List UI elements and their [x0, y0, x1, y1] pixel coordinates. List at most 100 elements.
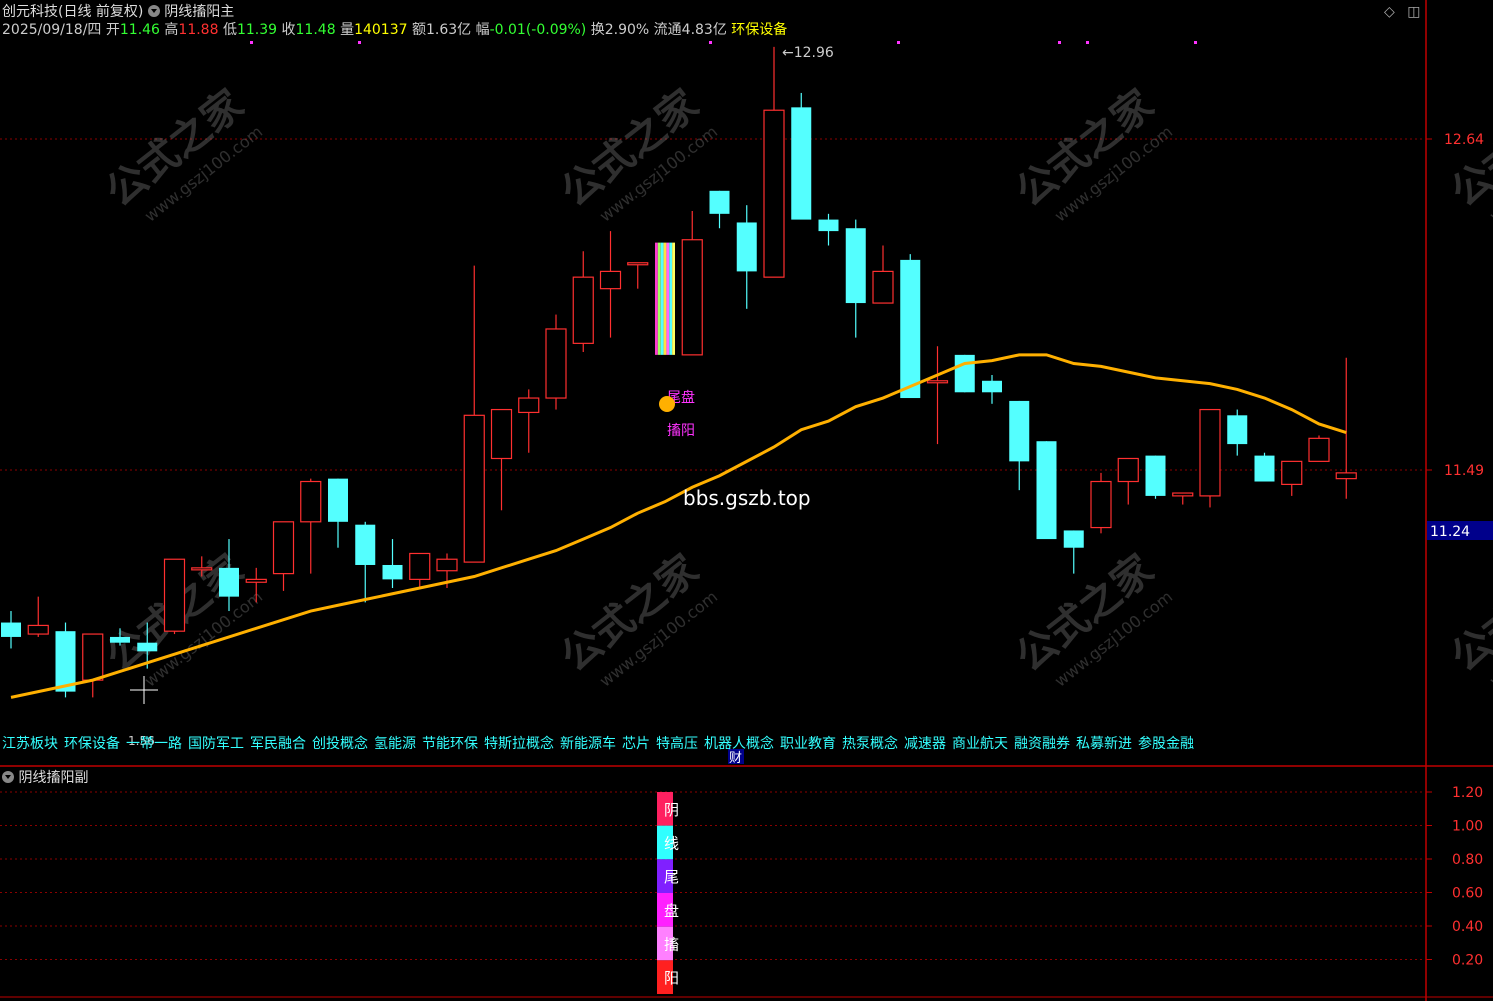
concept-item[interactable]: 职业教育 — [780, 736, 836, 752]
title-row: 创元科技(日线 前复权) 阴线搐阳主 — [2, 4, 234, 20]
candle-body — [627, 262, 649, 266]
volume-label: 量 — [340, 22, 355, 38]
close-label: 收 — [281, 22, 296, 38]
candle-body — [219, 567, 239, 597]
candle-body — [900, 259, 921, 399]
concept-item[interactable]: 融资融券 — [1014, 736, 1070, 752]
event-dot — [897, 41, 900, 44]
stock-name[interactable]: 创元科技(日线 前复权) — [2, 4, 143, 20]
concept-item[interactable]: 减速器 — [904, 736, 946, 752]
sub-signal-label: 搐 — [664, 936, 679, 954]
candle-body — [1063, 530, 1084, 548]
sub-signal-label: 尾 — [664, 868, 679, 886]
candle-body — [137, 642, 158, 652]
candle-body — [490, 408, 513, 460]
concept-item[interactable]: 商业航天 — [952, 736, 1008, 752]
amount-label: 额 — [411, 22, 426, 38]
sub-tick-label: 0.60 — [1452, 886, 1483, 902]
candle-body — [926, 380, 949, 384]
concept-item[interactable]: 江苏板块 — [2, 736, 58, 752]
concept-item[interactable]: 机器人概念 — [704, 736, 774, 752]
candle-body — [191, 567, 213, 571]
candle-body — [1036, 441, 1057, 540]
candle-body — [1199, 408, 1221, 497]
diamond-icon[interactable]: ◇ — [1384, 4, 1395, 20]
sub-tick-label: 1.20 — [1452, 785, 1483, 801]
candle-body — [163, 558, 186, 632]
candle-body — [27, 624, 49, 635]
sub-signal-label: 阳 — [664, 969, 679, 987]
signal-candle-stripe — [660, 242, 664, 355]
candle-body — [763, 109, 785, 278]
sub-tick-label: 0.40 — [1452, 919, 1483, 935]
concept-item[interactable]: 环保设备 — [64, 736, 120, 752]
signal-candle-stripe — [666, 242, 670, 355]
top-right-icons: ◇ ◫ — [1384, 4, 1428, 20]
chart-canvas: 12.64 11.49 公式之家www.gszj100.com 公式之家www.gsz… — [0, 0, 1493, 1001]
watermark-cn: 公式之家 — [1443, 81, 1493, 216]
low-label: 低 — [222, 22, 237, 38]
change-label: 幅 — [475, 22, 490, 38]
signal-candle-stripe — [669, 242, 673, 355]
candle-body — [681, 239, 703, 356]
concept-item[interactable]: 氢能源 — [374, 736, 416, 752]
watermark: 公式之家www.gszj100.com — [1443, 546, 1493, 690]
event-dot — [358, 41, 361, 44]
indicator-main-name[interactable]: 阴线搐阳主 — [164, 4, 234, 20]
cai-label: 财 — [729, 751, 742, 766]
candle-body — [300, 480, 322, 523]
sub-dropdown-icon[interactable] — [2, 771, 14, 783]
sub-indicator-name[interactable]: 阴线搐阳副 — [18, 770, 88, 786]
concept-item[interactable]: 热泵概念 — [842, 736, 898, 752]
signal-candle-stripe — [663, 242, 667, 355]
candle-body — [1308, 437, 1330, 462]
concept-item[interactable]: 一带一路 — [126, 736, 182, 752]
concept-item[interactable]: 特斯拉概念 — [484, 736, 554, 752]
signal-candle-stripe — [655, 242, 658, 355]
candle-body — [845, 228, 866, 304]
candle-body — [1172, 492, 1194, 497]
watermark: 公式之家www.gszj100.com — [1008, 546, 1176, 690]
max-annotation: ←12.96 — [782, 45, 834, 61]
concept-item[interactable]: 节能环保 — [422, 736, 478, 752]
concept-item[interactable]: 参股金融 — [1138, 736, 1194, 752]
watermark: 公式之家www.gszj100.com — [1443, 81, 1493, 225]
candle-body — [82, 633, 104, 681]
candle-body — [545, 328, 567, 399]
watermark-cn: 公式之家 — [1443, 546, 1493, 681]
open-label: 开 — [105, 22, 120, 38]
candle-body — [355, 524, 376, 565]
signal-label-yang: 搐阳 — [667, 422, 695, 439]
candle-body — [436, 558, 458, 572]
signal-candle-stripe — [672, 242, 675, 355]
price-tick-label: 11.49 — [1444, 463, 1484, 479]
concept-bar: 江苏板块 环保设备 一带一路 国防军工 军民融合 创投概念 氢能源 节能环保 特斯拉概念 新能源车… — [2, 736, 1200, 752]
candle-body — [791, 107, 812, 220]
candle-body — [1281, 460, 1303, 485]
concept-item[interactable]: 军民融合 — [250, 736, 306, 752]
concept-item[interactable]: 私募新进 — [1076, 736, 1132, 752]
sub-tick-label: 0.20 — [1452, 953, 1483, 969]
price-tick-label: 12.64 — [1444, 132, 1484, 148]
candle-body — [818, 219, 839, 232]
concept-item[interactable]: 新能源车 — [560, 736, 616, 752]
volume-value: 140137 — [354, 22, 408, 38]
concept-item[interactable]: 国防军工 — [188, 736, 244, 752]
turnover-label: 换 — [590, 22, 605, 38]
change-value: -0.01(-0.09%) — [489, 22, 587, 38]
candle-body — [1335, 472, 1357, 480]
ohlc-info-row: 2025/09/18/四 开11.46 高11.88 低11.39 收11.48… — [2, 22, 787, 38]
low-value: 11.39 — [236, 22, 278, 38]
candle-body — [1009, 400, 1030, 462]
concept-item[interactable]: 创投概念 — [312, 736, 368, 752]
dropdown-icon[interactable] — [147, 5, 160, 17]
sub-tick-label: 0.80 — [1452, 852, 1483, 868]
sector-value[interactable]: 环保设备 — [731, 22, 787, 38]
candle-body — [1, 622, 21, 637]
sub-indicator-row: 阴线搐阳副 — [2, 770, 88, 786]
candle-body — [1117, 457, 1139, 483]
concept-item[interactable]: 芯片 — [622, 736, 650, 752]
window-icon[interactable]: ◫ — [1407, 4, 1420, 20]
watermark: 公式之家www.gszj100.com — [553, 546, 721, 690]
concept-item[interactable]: 特高压 — [656, 736, 698, 752]
